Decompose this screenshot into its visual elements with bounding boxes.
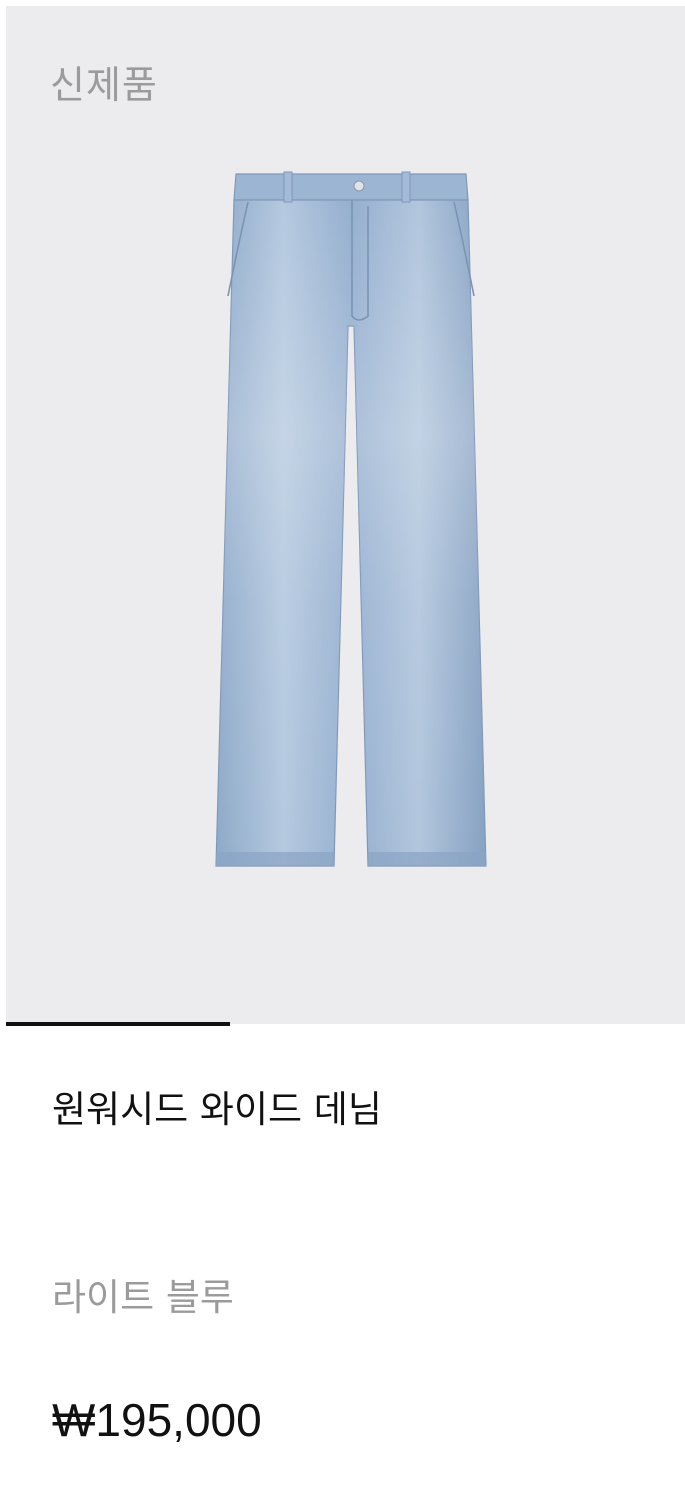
wide-leg-jeans-photo <box>215 171 487 867</box>
product-name[interactable]: 원워시드 와이드 데님 <box>52 1086 382 1134</box>
product-color: 라이트 블루 <box>52 1276 234 1319</box>
carousel-progress-bar <box>6 1022 231 1026</box>
product-image-panel[interactable]: 신제품 <box>6 6 685 1024</box>
product-price: ₩195,000 <box>52 1394 262 1446</box>
new-product-badge: 신제품 <box>50 63 158 107</box>
image-carousel-indicator <box>6 1022 685 1026</box>
product-card[interactable]: 신제품 원워시드 와이드 데님 라이트 블루 ₩195,000 <box>0 0 685 1500</box>
